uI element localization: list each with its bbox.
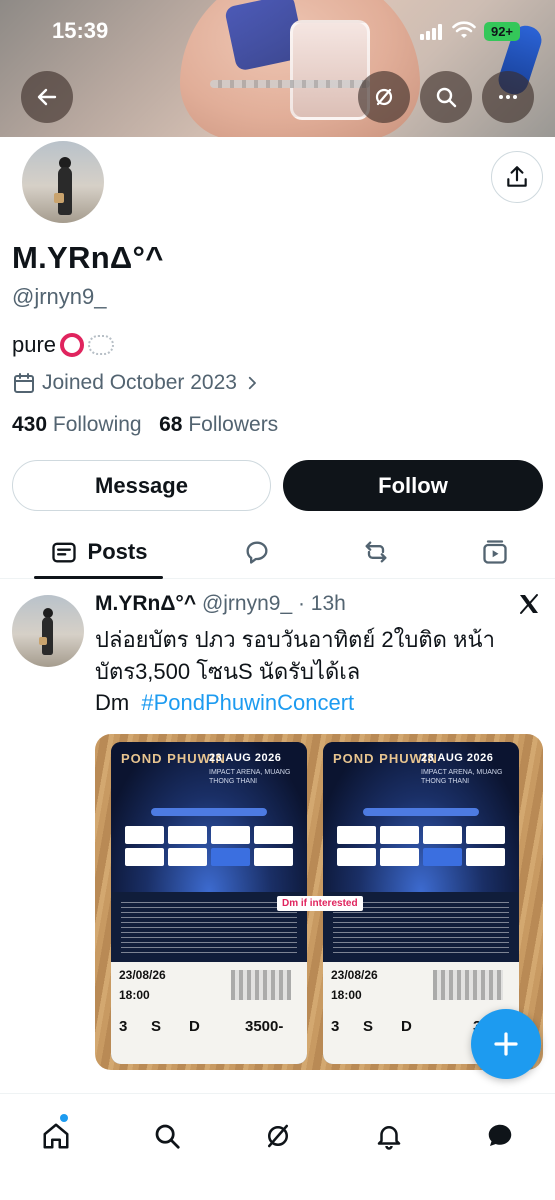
tab-replies[interactable] <box>231 525 283 579</box>
tweet-handle-time[interactable]: @jrnyn9_ · 13h <box>202 592 346 615</box>
x-logo-icon <box>520 594 538 614</box>
more-button[interactable] <box>482 71 534 123</box>
ticket-stub: 23/08/26 18:00 3 S D 3500- <box>111 962 307 1064</box>
tab-active-indicator <box>34 576 163 579</box>
grok-button[interactable] <box>358 71 410 123</box>
profile-tabs: Posts <box>0 525 555 579</box>
grok-icon <box>375 88 393 106</box>
share-button[interactable] <box>491 151 543 203</box>
thought-bubble-emoji <box>88 335 115 355</box>
nav-notifications[interactable] <box>363 1110 415 1162</box>
nav-home[interactable] <box>30 1110 82 1162</box>
sponsor-logos <box>125 826 293 866</box>
ticket-venue: IMPACT ARENA, MUANG THONG THANI <box>421 769 503 785</box>
tweet-hashtag[interactable]: #PondPhuwinConcert <box>141 690 354 715</box>
search-button[interactable] <box>420 71 472 123</box>
tab-reposts[interactable] <box>350 525 402 579</box>
joined-text: Joined October 2023 <box>42 371 237 394</box>
plus-icon <box>494 1032 518 1056</box>
dm-if-interested-label: Dm if interested <box>277 896 363 911</box>
chevron-right-icon <box>248 376 256 390</box>
followers-link[interactable]: 68 Followers <box>159 413 278 436</box>
more-icon <box>499 95 517 99</box>
tab-media[interactable] <box>469 525 521 579</box>
bottom-navigation <box>0 1093 555 1200</box>
wifi-icon <box>452 21 476 38</box>
profile-bio: pure <box>12 332 115 358</box>
follow-stats: 430 Following 68 Followers <box>12 413 278 437</box>
tweet-header: M.YRnΔ°^ @jrnyn9_ · 13h <box>95 592 346 616</box>
messages-icon <box>488 1124 512 1146</box>
bio-text: pure <box>12 332 57 357</box>
tweet-media-image[interactable]: POND PHUWIN 23 AUG 2026 IMPACT ARENA, MU… <box>95 734 543 1070</box>
media-icon <box>483 540 507 564</box>
back-button[interactable] <box>21 71 73 123</box>
follow-button[interactable]: Follow <box>283 460 543 511</box>
tweet-text: ปล่อยบัตร ปภว รอบวันอาทิตย์ 2ใบติด หน้าบ… <box>95 627 495 684</box>
tweet-author-name[interactable]: M.YRnΔ°^ <box>95 592 196 615</box>
search-icon <box>155 1124 180 1149</box>
profile-avatar[interactable] <box>18 137 108 227</box>
message-button[interactable]: Message <box>12 460 271 511</box>
ticket-date: 23 AUG 2026 <box>421 752 494 764</box>
nav-messages[interactable] <box>474 1110 526 1162</box>
profile-joined[interactable]: Joined October 2023 <box>12 371 261 395</box>
home-icon <box>43 1123 69 1149</box>
ticket-conditions <box>121 898 297 954</box>
sponsor-logos <box>337 826 505 866</box>
reposts-icon <box>365 541 387 563</box>
replies-icon <box>246 541 268 564</box>
share-icon <box>507 166 527 187</box>
banner-chain <box>210 80 370 88</box>
following-link[interactable]: 430 Following <box>12 413 142 436</box>
calendar-icon <box>14 373 34 393</box>
ticket-venue: IMPACT ARENA, MUANG THONG THANI <box>209 769 291 785</box>
tweet-text-line2: Dm #PondPhuwinConcert <box>95 690 354 716</box>
battery-indicator: 92+ <box>484 22 520 41</box>
nav-grok[interactable] <box>252 1110 304 1162</box>
status-bar: 15:39 92+ <box>0 0 555 64</box>
home-notification-dot <box>60 1114 68 1122</box>
profile-handle: @jrnyn9_ <box>12 284 107 309</box>
redacted-area <box>433 970 503 1000</box>
tweet-avatar[interactable] <box>12 595 84 667</box>
posts-icon <box>51 542 76 563</box>
search-icon <box>436 87 457 108</box>
tab-posts[interactable]: Posts <box>34 525 163 579</box>
tab-posts-label: Posts <box>87 539 148 564</box>
profile-display-name: M.YRnΔ°^ <box>12 240 164 275</box>
compose-post-button[interactable] <box>471 1009 541 1079</box>
nav-search[interactable] <box>141 1110 193 1162</box>
back-arrow-icon <box>37 88 57 106</box>
notifications-icon <box>377 1126 401 1150</box>
red-circle-emoji <box>60 333 85 357</box>
redacted-area <box>231 970 291 1000</box>
status-time: 15:39 <box>52 18 109 43</box>
signal-icon <box>420 24 446 40</box>
grok-icon <box>268 1124 288 1148</box>
ticket-date: 23 AUG 2026 <box>209 752 282 764</box>
tweet-dm-text: Dm <box>95 690 130 715</box>
